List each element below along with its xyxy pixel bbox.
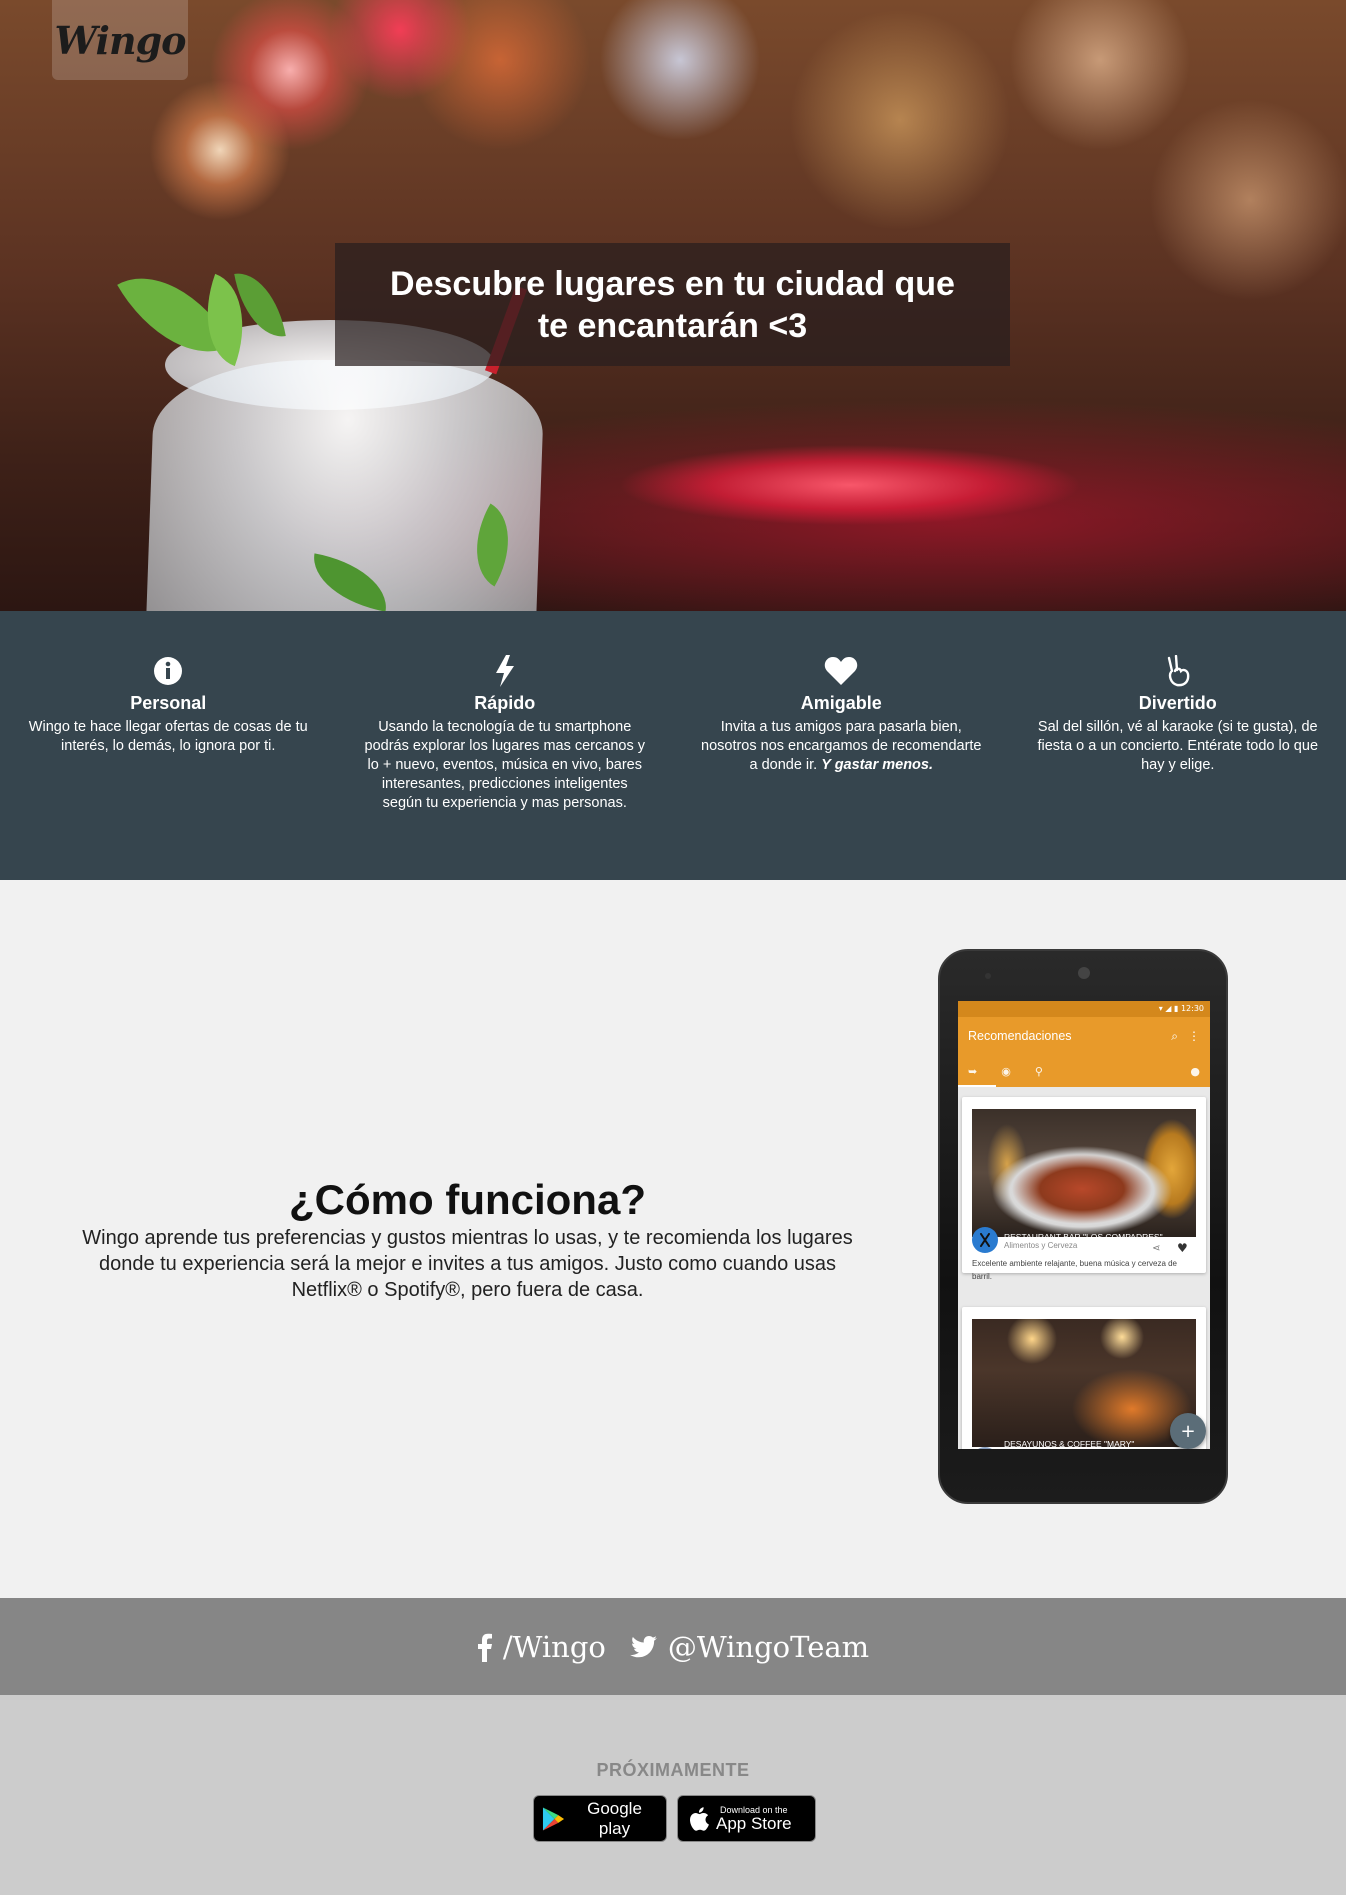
facebook-handle: /Wingo: [502, 1629, 606, 1664]
share-icon[interactable]: ⋖: [1152, 1243, 1160, 1254]
search-icon[interactable]: ⌕: [1171, 1029, 1178, 1044]
feature-title: Rápido: [474, 693, 536, 713]
hero-section: Wingo Descubre lugares en tu ciudad que …: [0, 0, 1346, 611]
logo-text: Wingo: [54, 17, 187, 63]
logo-link[interactable]: Wingo: [52, 0, 188, 80]
google-play-button[interactable]: Google play: [533, 1795, 667, 1842]
feature-amigable: Amigable Invita a tus amigos para pasarl…: [673, 653, 1010, 880]
app-bar: Recomendaciones ⌕ ⋮: [958, 1017, 1210, 1055]
headline-box: Descubre lugares en tu ciudad que te enc…: [335, 243, 1010, 366]
how-text: Wingo aprende tus preferencias y gustos …: [82, 1227, 853, 1301]
feature-text: Sal del sillón, vé al karaoke (si te gus…: [1037, 719, 1319, 773]
how-title: ¿Cómo funciona?: [289, 1176, 646, 1223]
coffee-icon: [972, 1447, 998, 1449]
place-card-category: Alimentos y Cerveza: [1004, 1241, 1078, 1250]
apple-icon: [690, 1806, 709, 1831]
feature-text-emphasis: Y gastar menos.: [821, 757, 934, 773]
place-card-image: [972, 1319, 1196, 1447]
feature-text: Usando la tecnología de tu smartphone po…: [364, 719, 645, 811]
store-buttons: Google play Download on the App Store: [533, 1795, 826, 1842]
phone-sensor: [985, 973, 991, 979]
tab-indicator: [958, 1085, 996, 1087]
app-store-text: Download on the App Store: [716, 1805, 792, 1833]
google-play-icon: [542, 1806, 565, 1831]
facebook-link[interactable]: /Wingo: [477, 1630, 606, 1664]
footer: PRÓXIMAMENTE Google play Download on the…: [0, 1695, 1346, 1895]
hero-headline: Descubre lugares en tu ciudad que te enc…: [390, 264, 955, 345]
how-it-works-section: ¿Cómo funciona? Wingo aprende tus prefer…: [0, 880, 1346, 1598]
feature-personal: Personal Wingo te hace llegar ofertas de…: [0, 653, 337, 880]
feature-text: Wingo te hace llegar ofertas de cosas de…: [28, 719, 308, 754]
feature-text: Invita a tus amigos para pasarla bien, n…: [697, 718, 986, 775]
feature-title: Personal: [130, 693, 207, 713]
status-time: 12:30: [1180, 1004, 1204, 1013]
heart-icon[interactable]: ♥: [1177, 1241, 1188, 1255]
phone-mockup: ▾ ◢ ▮ 12:30 Recomendaciones ⌕ ⋮ ➥ ◉ ⚲ ● …: [938, 949, 1228, 1504]
phone-camera: [1078, 967, 1090, 979]
place-card-description: Excelente ambiente relajante, buena músi…: [972, 1259, 1178, 1281]
add-fab-button[interactable]: +: [1170, 1413, 1206, 1449]
phone-screen: ▾ ◢ ▮ 12:30 Recomendaciones ⌕ ⋮ ➥ ◉ ⚲ ● …: [958, 1001, 1210, 1449]
feature-title: Divertido: [1138, 693, 1217, 713]
features-section: Personal Wingo te hace llegar ofertas de…: [0, 611, 1346, 880]
social-bar: /Wingo @WingoTeam: [0, 1598, 1346, 1695]
eye-tab-icon[interactable]: ◉: [1001, 1065, 1011, 1078]
feature-title: Amigable: [800, 693, 882, 713]
more-vert-icon[interactable]: ⋮: [1188, 1029, 1200, 1043]
place-card-name: DESAYUNOS & COFFEE "MARY": [1004, 1439, 1135, 1449]
place-card[interactable]: RESTAURANT BAR "LOS COMPADRES" Alimentos…: [962, 1097, 1206, 1281]
info-icon: [24, 653, 313, 689]
coming-soon-label: PRÓXIMAMENTE: [596, 1760, 750, 1780]
twitter-link[interactable]: @WingoTeam: [629, 1629, 870, 1664]
restaurant-icon: [972, 1227, 998, 1253]
heart-icon: [697, 653, 986, 689]
google-play-label: Google play: [587, 1798, 642, 1838]
person-tab-icon[interactable]: ●: [1190, 1065, 1200, 1078]
app-store-button[interactable]: Download on the App Store: [677, 1795, 816, 1842]
status-bar: ▾ ◢ ▮ 12:30: [958, 1001, 1210, 1017]
facebook-icon: [477, 1633, 492, 1662]
feature-rapido: Rápido Usando la tecnología de tu smartp…: [337, 653, 674, 880]
place-card-image: [972, 1109, 1196, 1237]
location-tab-icon[interactable]: ⚲: [1035, 1065, 1043, 1078]
twitter-handle: @WingoTeam: [667, 1629, 870, 1664]
app-store-big: App Store: [716, 1813, 792, 1833]
app-title: Recomendaciones: [968, 1029, 1072, 1043]
recommend-tab-icon[interactable]: ➥: [968, 1065, 977, 1078]
app-store-small: Download on the: [720, 1804, 788, 1815]
feature-divertido: Divertido Sal del sillón, vé al karaoke …: [1010, 653, 1346, 880]
lightning-icon: [361, 653, 650, 689]
peace-hand-icon: [1034, 653, 1323, 689]
twitter-icon: [629, 1635, 657, 1657]
app-tabs: ➥ ◉ ⚲ ●: [958, 1055, 1210, 1087]
